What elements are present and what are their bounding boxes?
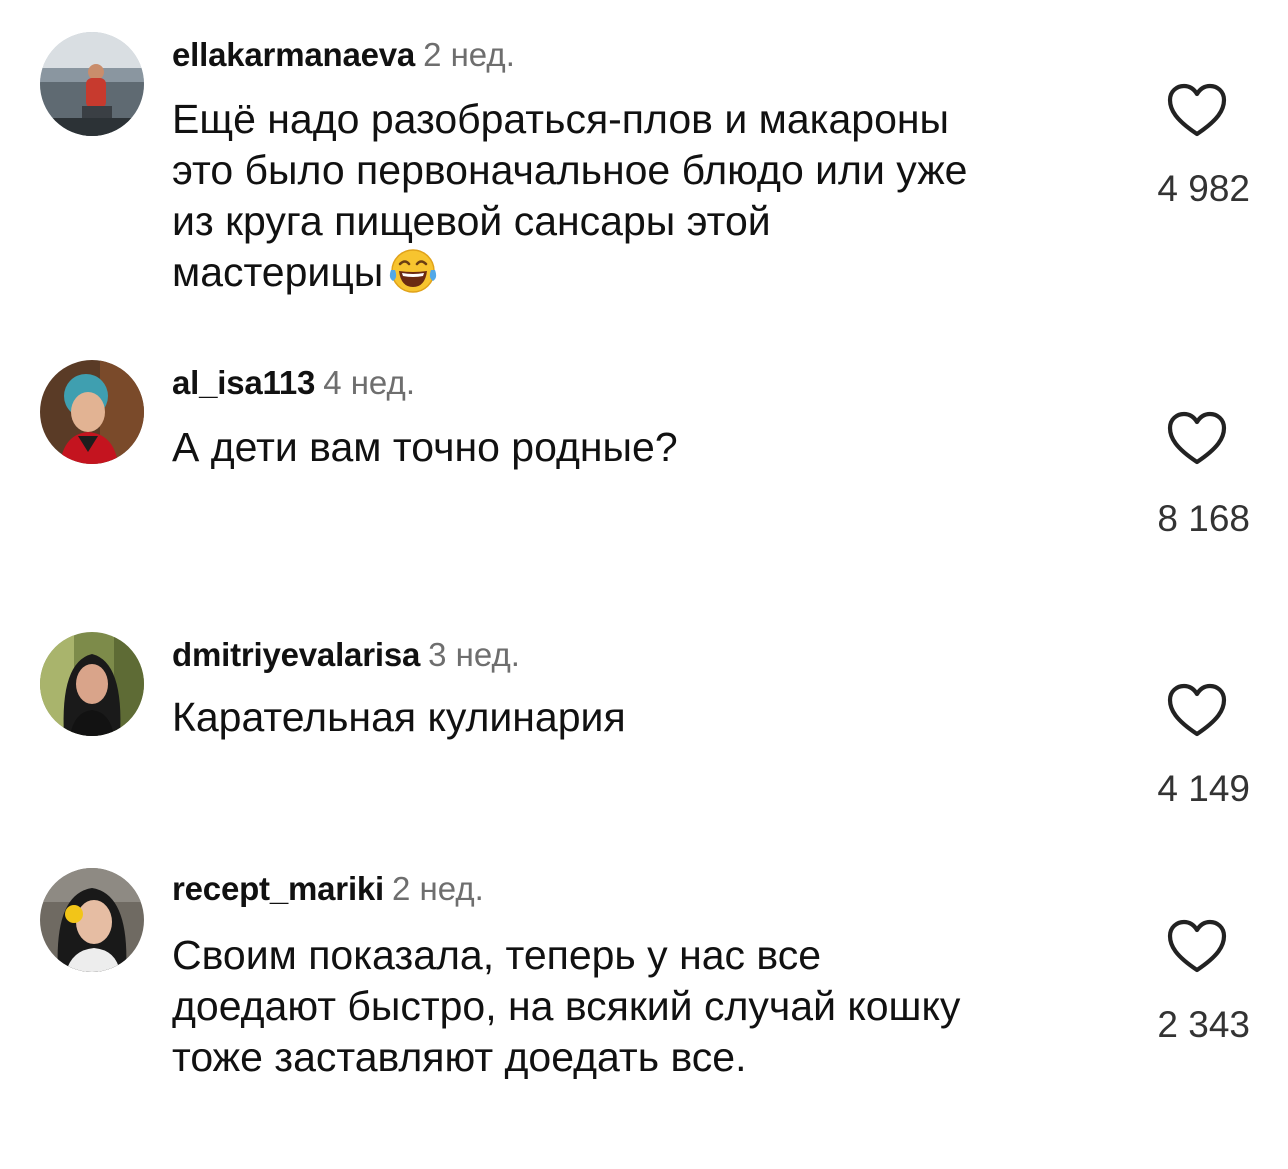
comment-header: al_isa113 4 нед. [172, 364, 415, 402]
comment-header: ellakarmanaeva 2 нед. [172, 36, 515, 74]
heart-outline-icon [1167, 683, 1227, 737]
comment-text-line: Карательная кулинария [172, 694, 626, 740]
timestamp: 2 нед. [392, 870, 484, 907]
timestamp: 3 нед. [428, 636, 520, 673]
username[interactable]: recept_mariki [172, 870, 384, 907]
like-button[interactable] [1166, 918, 1228, 974]
comment-header: dmitriyevalarisa 3 нед. [172, 636, 520, 674]
username[interactable]: ellakarmanaeva [172, 36, 415, 73]
avatar[interactable] [40, 632, 144, 736]
comment-item: al_isa113 4 нед. А дети вам точно родные?… [0, 358, 1288, 578]
comment-header: recept_mariki 2 нед. [172, 870, 484, 908]
like-button[interactable] [1166, 682, 1228, 738]
username[interactable]: al_isa113 [172, 364, 315, 401]
comment-item: dmitriyevalarisa 3 нед. Карательная кулин… [0, 630, 1288, 830]
comment-item: recept_mariki 2 нед. Своим показала, тепе… [0, 866, 1288, 1106]
face-with-tears-of-joy-icon [387, 248, 439, 294]
heart-outline-icon [1167, 83, 1227, 137]
comment-text-line: Своим показала, теперь у нас все [172, 932, 822, 978]
comment-text-line-with-emoji: мастерицы [172, 247, 1102, 298]
comment-text: А дети вам точно родные? [172, 422, 1102, 473]
comment-text: Своим показала, теперь у нас все доедают… [172, 930, 1102, 1083]
comment-item: ellakarmanaeva 2 нед. Ещё надо разобратьс… [0, 28, 1288, 328]
comment-text-line: мастерицы [172, 249, 384, 295]
like-count: 4 149 [1157, 768, 1250, 809]
like-count: 2 343 [1157, 1004, 1250, 1045]
username[interactable]: dmitriyevalarisa [172, 636, 420, 673]
timestamp: 4 нед. [323, 364, 415, 401]
like-count: 4 982 [1157, 168, 1250, 209]
avatar[interactable] [40, 32, 144, 136]
comment-text-line: это было первоначальное блюдо или уже [172, 147, 968, 193]
heart-outline-icon [1167, 411, 1227, 465]
like-count: 8 168 [1157, 498, 1250, 539]
like-button[interactable] [1166, 410, 1228, 466]
avatar[interactable] [40, 360, 144, 464]
comment-text-line: доедают быстро, на всякий случай кошку [172, 983, 961, 1029]
comment-text-line: из круга пищевой сансары этой [172, 198, 771, 244]
comment-text-line: тоже заставляют доедать все. [172, 1034, 747, 1080]
comment-text-line: А дети вам точно родные? [172, 424, 678, 470]
comment-text: Карательная кулинария [172, 692, 1102, 743]
avatar[interactable] [40, 868, 144, 972]
heart-outline-icon [1167, 919, 1227, 973]
comment-text-line: Ещё надо разобраться-плов и макароны [172, 96, 949, 142]
like-button[interactable] [1166, 82, 1228, 138]
timestamp: 2 нед. [423, 36, 515, 73]
comment-text: Ещё надо разобраться-плов и макароны это… [172, 94, 1102, 298]
